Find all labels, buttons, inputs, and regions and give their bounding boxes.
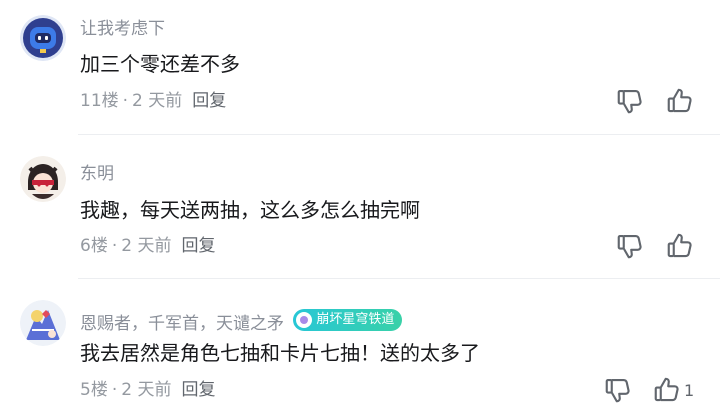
comment-meta: 5楼 · 2 天前 回复 (80, 380, 215, 400)
thumbs-down-icon (605, 378, 630, 403)
like-button[interactable] (652, 375, 682, 405)
separator: · (111, 380, 118, 400)
comment-meta: 6楼 · 2 天前 回复 (80, 236, 215, 256)
like-button[interactable] (665, 231, 695, 261)
like-button[interactable] (665, 86, 695, 116)
username-text[interactable]: 恩赐者，千军首，天谴之矛 (80, 314, 284, 334)
character-avatar-icon (20, 300, 66, 346)
game-badge[interactable]: 崩坏星穹铁道 (293, 309, 403, 331)
badge-label: 崩坏星穹铁道 (316, 312, 395, 327)
comment-meta: 11楼 · 2 天前 回复 (80, 91, 226, 111)
comment-text: 加三个零还差不多 (80, 52, 240, 76)
separator: · (111, 236, 118, 256)
timestamp: 2 天前 (121, 236, 172, 256)
badge-icon (296, 312, 313, 328)
dislike-button[interactable] (615, 231, 645, 261)
username: 恩赐者，千军首，天谴之矛 崩坏星穹铁道 (80, 309, 403, 334)
timestamp: 2 天前 (121, 380, 172, 400)
thumbs-up-icon (654, 377, 679, 402)
thumbs-up-icon (667, 233, 692, 258)
comment-text: 我去居然是角色七抽和卡片七抽！送的太多了 (80, 341, 480, 365)
floor-number: 11楼 (80, 91, 119, 111)
avatar[interactable] (20, 156, 66, 202)
thumbs-down-icon (617, 89, 642, 114)
anime-girl-avatar-icon (20, 156, 66, 202)
floor-number: 6楼 (80, 236, 108, 256)
robot-avatar-icon (20, 15, 66, 61)
like-count: 1 (684, 381, 695, 400)
dislike-button[interactable] (615, 86, 645, 116)
reply-button[interactable]: 回复 (192, 91, 226, 111)
timestamp: 2 天前 (132, 91, 183, 111)
reply-button[interactable]: 回复 (181, 236, 215, 256)
avatar[interactable] (20, 15, 66, 61)
avatar[interactable] (20, 300, 66, 346)
thumbs-down-icon (617, 234, 642, 259)
floor-number: 5楼 (80, 380, 108, 400)
username[interactable]: 让我考虑下 (80, 19, 165, 39)
comment-text: 我趣，每天送两抽，这么多怎么抽完啊 (80, 198, 420, 222)
separator: · (122, 91, 129, 111)
divider (78, 134, 720, 135)
username[interactable]: 东明 (80, 164, 114, 184)
divider (78, 278, 720, 279)
dislike-button[interactable] (603, 375, 633, 405)
reply-button[interactable]: 回复 (181, 380, 215, 400)
thumbs-up-icon (667, 88, 692, 113)
